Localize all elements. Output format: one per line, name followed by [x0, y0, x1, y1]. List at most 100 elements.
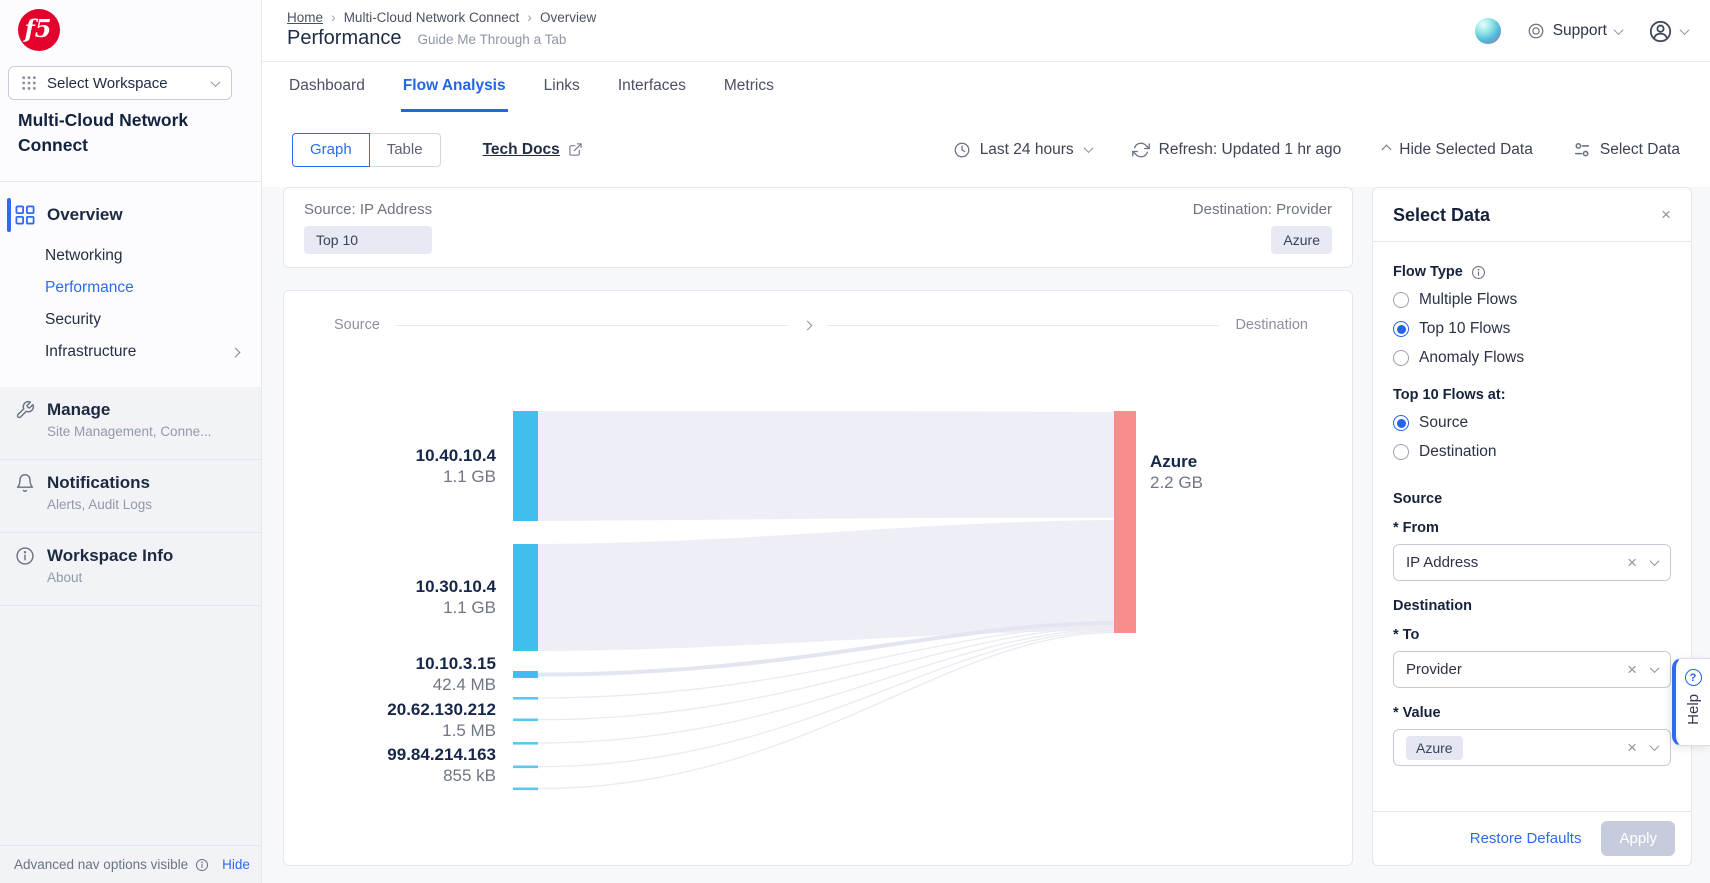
- wrench-icon: [15, 400, 35, 420]
- tab-dashboard[interactable]: Dashboard: [287, 62, 367, 112]
- workspace-title: Multi-Cloud Network Connect: [18, 108, 233, 159]
- sankey-node-label: 20.62.130.212 1.5 MB: [387, 699, 496, 741]
- sankey-destination-node[interactable]: [1114, 411, 1136, 633]
- support-label: Support: [1553, 22, 1607, 40]
- help-tab[interactable]: Help: [1672, 658, 1710, 746]
- breadcrumb-separator-icon: [519, 9, 540, 25]
- flow-sankey-card: Source Destination: [283, 290, 1353, 866]
- external-link-icon: [568, 142, 583, 157]
- from-select[interactable]: IP Address: [1393, 544, 1671, 581]
- to-select[interactable]: Provider: [1393, 651, 1671, 688]
- value-select[interactable]: Azure: [1393, 729, 1671, 766]
- select-data-button[interactable]: Select Data: [1573, 141, 1680, 159]
- breadcrumb-page[interactable]: Overview: [540, 10, 596, 25]
- sankey-source-node[interactable]: [513, 544, 538, 651]
- sidebar-item-performance[interactable]: Performance: [0, 272, 261, 304]
- top10-at-label: Top 10 Flows at:: [1393, 387, 1506, 403]
- radio-top10-source[interactable]: Source: [1393, 414, 1671, 432]
- table-view-button[interactable]: Table: [370, 133, 441, 167]
- radio-top10-destination[interactable]: Destination: [1393, 443, 1671, 461]
- radio-icon: [1393, 415, 1409, 431]
- clear-x-icon[interactable]: [1627, 739, 1637, 757]
- chevron-down-icon: [1650, 663, 1660, 673]
- tab-interfaces[interactable]: Interfaces: [616, 62, 688, 112]
- restore-defaults-link[interactable]: Restore Defaults: [1470, 830, 1582, 847]
- tech-docs-link[interactable]: Tech Docs: [483, 141, 583, 159]
- sidebar-item-manage[interactable]: Manage Site Management, Conne...: [0, 387, 261, 460]
- sankey-source-node[interactable]: [513, 742, 538, 745]
- clear-x-icon[interactable]: [1627, 661, 1637, 679]
- radio-icon: [1393, 350, 1409, 366]
- breadcrumb-separator-icon: [323, 9, 344, 25]
- help-label: Help: [1685, 694, 1702, 725]
- sankey-source-node[interactable]: [513, 766, 538, 769]
- sankey-node-label: 10.40.10.4 1.1 GB: [416, 445, 496, 487]
- chevron-down-icon: [1650, 556, 1660, 566]
- sankey-source-node[interactable]: [513, 671, 538, 678]
- source-summary-chip: Top 10: [304, 226, 432, 254]
- sankey-node-label: 10.30.10.4 1.1 GB: [416, 576, 496, 618]
- tab-metrics[interactable]: Metrics: [722, 62, 776, 112]
- source-group-label: Source: [1393, 491, 1671, 507]
- sidebar-item-overview[interactable]: Overview: [0, 194, 261, 236]
- refresh-button[interactable]: Refresh: Updated 1 hr ago: [1132, 141, 1342, 159]
- toolbar: Graph Table Tech Docs Last 24 hours: [262, 112, 1710, 187]
- divider: [0, 181, 261, 182]
- sankey-source-node[interactable]: [513, 411, 538, 521]
- breadcrumb: Home Multi-Cloud Network Connect Overvie…: [287, 9, 596, 25]
- radio-top-10-flows[interactable]: Top 10 Flows: [1393, 320, 1671, 338]
- radio-icon: [1393, 444, 1409, 460]
- assistant-orb[interactable]: [1475, 18, 1501, 44]
- radio-icon: [1393, 292, 1409, 308]
- breadcrumb-section[interactable]: Multi-Cloud Network Connect: [344, 10, 520, 25]
- sidebar-item-security[interactable]: Security: [0, 304, 261, 336]
- hide-advanced-nav-link[interactable]: Hide: [222, 857, 250, 872]
- f5-logo[interactable]: f5: [18, 9, 60, 51]
- sidebar-item-infrastructure[interactable]: Infrastructure: [0, 336, 261, 368]
- sidebar-item-workspace-info[interactable]: Workspace Info About: [0, 533, 261, 606]
- f5-logo-text: f5: [24, 14, 51, 43]
- support-menu[interactable]: Support: [1527, 22, 1622, 40]
- view-toggle: Graph Table: [292, 133, 441, 167]
- advanced-nav-text: Advanced nav options visible: [14, 857, 188, 872]
- tab-links[interactable]: Links: [542, 62, 582, 112]
- value-field-label: * Value: [1393, 705, 1671, 721]
- page-tabs: Dashboard Flow Analysis Links Interfaces…: [262, 62, 1710, 112]
- hide-selected-data-button[interactable]: Hide Selected Data: [1381, 141, 1533, 159]
- chevron-right-icon: [231, 347, 241, 357]
- sankey-source-node[interactable]: [513, 788, 538, 791]
- sidebar-footer: Advanced nav options visible Hide: [0, 845, 261, 883]
- account-menu[interactable]: [1648, 19, 1688, 44]
- main-area: Home Multi-Cloud Network Connect Overvie…: [262, 0, 1710, 883]
- panel-footer: Restore Defaults Apply: [1373, 811, 1691, 865]
- sidebar-lower-sections: Manage Site Management, Conne... Notific…: [0, 387, 261, 883]
- sidebar-item-notifications[interactable]: Notifications Alerts, Audit Logs: [0, 460, 261, 533]
- guide-me-link[interactable]: Guide Me Through a Tab: [418, 32, 567, 47]
- time-range-selector[interactable]: Last 24 hours: [953, 141, 1092, 159]
- sliders-icon: [1573, 141, 1591, 159]
- sankey-source-node[interactable]: [513, 697, 538, 700]
- clock-icon: [953, 141, 971, 159]
- overview-grid-icon: [15, 205, 35, 225]
- page-title: Performance: [287, 27, 402, 50]
- content-area: Source: IP Address Top 10 Destination: P…: [262, 187, 1710, 883]
- info-icon: [1471, 265, 1486, 280]
- apply-button[interactable]: Apply: [1601, 821, 1675, 856]
- breadcrumb-home[interactable]: Home: [287, 10, 323, 25]
- sankey-flow-thin: [538, 631, 1114, 767]
- workspace-selector[interactable]: Select Workspace: [8, 66, 232, 100]
- tab-flow-analysis[interactable]: Flow Analysis: [401, 62, 508, 112]
- chevron-down-icon: [1614, 25, 1624, 35]
- clear-x-icon[interactable]: [1627, 554, 1637, 572]
- close-icon[interactable]: [1661, 206, 1671, 225]
- section-subtitle: Site Management, Conne...: [47, 424, 261, 439]
- radio-anomaly-flows[interactable]: Anomaly Flows: [1393, 349, 1671, 367]
- radio-multiple-flows[interactable]: Multiple Flows: [1393, 291, 1671, 309]
- bell-icon: [15, 473, 35, 493]
- sidebar-item-label: Overview: [47, 205, 123, 225]
- user-avatar-icon: [1648, 19, 1673, 44]
- sidebar-item-networking[interactable]: Networking: [0, 240, 261, 272]
- graph-view-button[interactable]: Graph: [292, 133, 370, 167]
- help-question-icon: [1685, 669, 1702, 686]
- sankey-source-node[interactable]: [513, 719, 538, 722]
